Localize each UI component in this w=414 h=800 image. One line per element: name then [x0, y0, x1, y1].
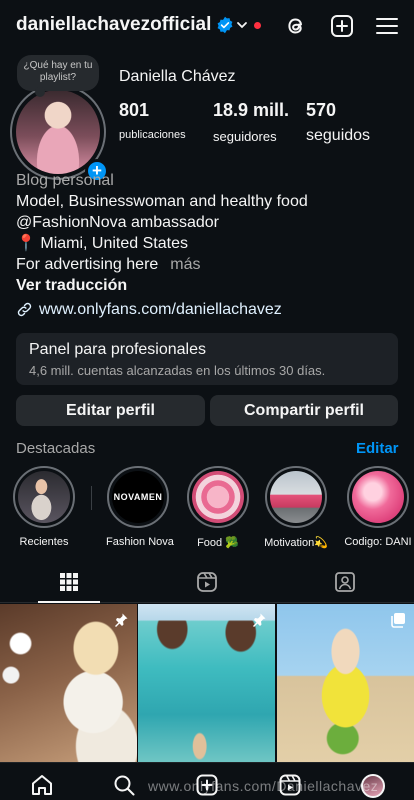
profile-full-name: Daniella Chávez [119, 68, 236, 85]
pinned-icon [253, 613, 266, 627]
highlight-label: Fashion Nova [106, 536, 174, 548]
bio-external-link[interactable]: www.onlyfans.com/daniellachavez [16, 299, 406, 320]
stat-followers-label: seguidores [213, 129, 277, 144]
highlight-cover [192, 471, 244, 523]
highlight-cover [352, 471, 404, 523]
highlight-ring [187, 466, 249, 528]
bio-more-link[interactable]: más [170, 256, 200, 273]
stat-posts[interactable]: 801 publicaciones [119, 100, 186, 141]
tagged-icon[interactable] [334, 571, 356, 593]
highlight-ring [265, 466, 327, 528]
highlight-food[interactable]: Food 🥦 [186, 466, 250, 549]
highlight-motivation[interactable]: Motivation💫 [264, 466, 328, 549]
fashion-nova-logo: NOVAMEN [113, 492, 163, 502]
edit-profile-button[interactable]: Editar perfil [16, 395, 205, 426]
bio-category: Blog personal [16, 172, 114, 189]
dashboard-title: Panel para profesionales [29, 341, 207, 358]
post-grid [0, 604, 414, 762]
menu-icon[interactable] [374, 13, 400, 39]
note-bubble[interactable]: ¿Qué hay en tu playlist? [17, 55, 99, 97]
professional-dashboard[interactable]: Panel para profesionales 4,6 mill. cuent… [16, 333, 398, 385]
highlight-divider [91, 486, 92, 510]
stat-posts-label: publicaciones [119, 129, 186, 141]
profile-avatar[interactable]: + [10, 84, 109, 183]
bio-line-3: 📍 Miami, United States [16, 235, 188, 252]
profile-username[interactable]: daniellachavezofficial [16, 14, 211, 36]
stat-followers-value: 18.9 mill. [213, 100, 290, 120]
notification-dot [254, 22, 261, 29]
new-post-icon[interactable] [329, 13, 355, 39]
carousel-icon [391, 613, 405, 628]
highlight-label: Food 🥦 [197, 537, 239, 549]
watermark: www.onlyfans.com/Daniellachavez [148, 778, 379, 794]
chevron-down-icon[interactable] [236, 19, 248, 31]
grid-icon[interactable] [58, 571, 80, 593]
stat-posts-value: 801 [119, 100, 150, 120]
stat-following-label: seguidos [306, 127, 371, 144]
bio-line-2[interactable]: @FashionNova ambassador [16, 212, 406, 233]
bio-line-4-text: For advertising here [16, 256, 159, 273]
highlight-ring [13, 466, 75, 528]
post-tile-2[interactable] [138, 604, 275, 762]
highlight-cover: NOVAMEN [112, 471, 164, 523]
bio-line-1: Model, Businesswoman and healthy food [16, 193, 308, 210]
highlight-cover [270, 471, 322, 523]
highlight-cover [18, 471, 70, 523]
link-icon [17, 302, 32, 317]
highlights-edit-link[interactable]: Editar [356, 440, 399, 457]
active-tab-indicator [38, 601, 100, 603]
threads-icon[interactable] [283, 13, 309, 39]
highlight-ring [347, 466, 409, 528]
home-icon[interactable] [30, 773, 54, 797]
bio: Blog personal Model, Businesswoman and h… [16, 170, 406, 320]
share-profile-button[interactable]: Compartir perfil [210, 395, 398, 426]
highlight-fashion-nova[interactable]: NOVAMEN Fashion Nova [106, 466, 174, 548]
avatar-image [16, 90, 100, 174]
stat-following-value: 570 [306, 100, 337, 120]
highlights-title: Destacadas [16, 440, 96, 457]
highlight-label: Recientes [19, 536, 69, 548]
post-tile-3[interactable] [277, 604, 414, 762]
reels-icon[interactable] [196, 571, 218, 593]
see-translation-link[interactable]: Ver traducción [16, 275, 406, 296]
stat-followers[interactable]: 18.9 mill. seguidores [213, 100, 289, 144]
verified-badge-icon [217, 16, 233, 34]
highlight-ring: NOVAMEN [107, 466, 169, 528]
top-bar: daniellachavezofficial [0, 0, 414, 52]
highlight-codigo[interactable]: Codigo: DANI [343, 466, 413, 548]
highlight-label: Motivation💫 [264, 537, 328, 549]
bio-line-4: For advertising here más [16, 254, 406, 275]
search-icon[interactable] [112, 773, 136, 797]
highlight-label: Codigo: DANI [344, 536, 412, 548]
pinned-icon [115, 613, 128, 627]
bio-link-text: www.onlyfans.com/daniellachavez [39, 301, 282, 318]
stat-following[interactable]: 570 seguidos [306, 100, 370, 145]
profile-tabs [0, 565, 414, 603]
highlight-recientes[interactable]: Recientes [12, 466, 76, 548]
dashboard-subtitle: 4,6 mill. cuentas alcanzadas en los últi… [29, 363, 326, 378]
post-tile-1[interactable] [0, 604, 137, 762]
